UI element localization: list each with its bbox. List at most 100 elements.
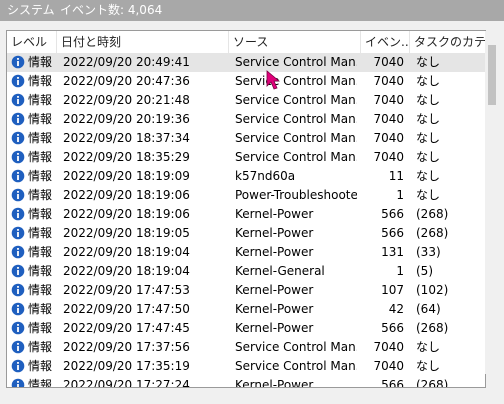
- info-icon: [11, 340, 25, 354]
- task-category-cell: (268): [416, 207, 449, 221]
- vertical-scrollbar[interactable]: [485, 31, 499, 374]
- event-id-cell: 7040: [373, 112, 404, 126]
- source-cell: Kernel-Power: [235, 283, 314, 297]
- task-category-cell: なし: [416, 55, 441, 69]
- event-id-cell: 7040: [373, 93, 404, 107]
- source-cell: Service Control Man...: [235, 74, 357, 88]
- column-header-datetime[interactable]: 日付と時刻: [57, 31, 229, 53]
- task-category-cell: (268): [416, 226, 449, 240]
- info-icon: [11, 112, 25, 126]
- event-id-cell: 566: [381, 321, 404, 335]
- task-category-cell: なし: [416, 112, 441, 126]
- column-header-level[interactable]: レベル: [7, 31, 57, 53]
- source-cell: Service Control Man...: [235, 55, 357, 69]
- table-row[interactable]: 情報 2022/09/20 18:37:34 Service Control Man…: [7, 129, 485, 148]
- datetime-cell: 2022/09/20 18:19:06: [63, 188, 190, 202]
- info-icon: [11, 302, 25, 316]
- column-header-task-category[interactable]: タスクのカテゴリ: [410, 31, 485, 53]
- table-row[interactable]: 情報 2022/09/20 20:47:36 Service Control Man…: [7, 72, 485, 91]
- task-category-cell: なし: [416, 93, 441, 107]
- task-category-cell: (268): [416, 321, 449, 335]
- event-id-cell: 1: [396, 264, 404, 278]
- table-row[interactable]: 情報 2022/09/20 20:19:36 Service Control Man…: [7, 110, 485, 129]
- datetime-cell: 2022/09/20 17:47:50: [63, 302, 190, 316]
- source-cell: Service Control Man...: [235, 340, 357, 354]
- table-row[interactable]: 情報 2022/09/20 18:35:29 Service Control Man…: [7, 148, 485, 167]
- source-cell: Service Control Man...: [235, 359, 357, 373]
- info-icon: [11, 207, 25, 221]
- info-icon: [11, 55, 25, 69]
- level-cell: 情報: [28, 112, 53, 126]
- table-row[interactable]: 情報 2022/09/20 18:19:04 Kernel-Power 131 (33): [7, 243, 485, 262]
- event-count: イベント数: 4,064: [60, 3, 163, 17]
- info-icon: [11, 169, 25, 183]
- datetime-cell: 2022/09/20 17:27:24: [63, 378, 190, 388]
- table-row[interactable]: 情報 2022/09/20 18:19:06 Kernel-Power 566 (268…: [7, 205, 485, 224]
- task-category-cell: なし: [416, 131, 441, 145]
- table-row[interactable]: 情報 2022/09/20 18:19:09 k57nd60a 11 なし: [7, 167, 485, 186]
- source-cell: Kernel-Power: [235, 207, 314, 221]
- task-category-cell: (64): [416, 302, 441, 316]
- source-cell: Kernel-Power: [235, 378, 314, 388]
- level-cell: 情報: [28, 74, 53, 88]
- info-icon: [11, 359, 25, 373]
- level-cell: 情報: [28, 188, 53, 202]
- table-row[interactable]: 情報 2022/09/20 20:49:41 Service Control Man…: [7, 53, 485, 72]
- level-cell: 情報: [28, 321, 53, 335]
- info-icon: [11, 378, 25, 387]
- event-table: レベル 日付と時刻 ソース イベン... タスクのカテゴリ 情報 2022/09/…: [6, 30, 486, 388]
- level-cell: 情報: [28, 131, 53, 145]
- datetime-cell: 2022/09/20 17:47:53: [63, 283, 190, 297]
- level-cell: 情報: [28, 283, 53, 297]
- level-cell: 情報: [28, 169, 53, 183]
- source-cell: Service Control Man...: [235, 112, 357, 126]
- table-row[interactable]: 情報 2022/09/20 17:47:45 Kernel-Power 566 (268…: [7, 319, 485, 338]
- datetime-cell: 2022/09/20 20:47:36: [63, 74, 190, 88]
- table-row[interactable]: 情報 2022/09/20 18:19:05 Kernel-Power 566 (268…: [7, 224, 485, 243]
- table-row[interactable]: 情報 2022/09/20 17:47:50 Kernel-Power 42 (64): [7, 300, 485, 319]
- scrollbar-corner: [486, 392, 504, 404]
- table-row[interactable]: 情報 2022/09/20 17:35:19 Service Control Man…: [7, 357, 485, 376]
- info-icon: [11, 93, 25, 107]
- datetime-cell: 2022/09/20 17:35:19: [63, 359, 190, 373]
- datetime-cell: 2022/09/20 18:37:34: [63, 131, 190, 145]
- event-id-cell: 11: [388, 169, 404, 183]
- task-category-cell: なし: [416, 340, 441, 354]
- info-icon: [11, 283, 25, 297]
- info-icon: [11, 74, 25, 88]
- event-id-cell: 131: [381, 245, 404, 259]
- table-row[interactable]: 情報 2022/09/20 18:19:04 Kernel-General 1 (5): [7, 262, 485, 281]
- task-category-cell: なし: [416, 74, 441, 88]
- level-cell: 情報: [28, 55, 53, 69]
- info-icon: [11, 188, 25, 202]
- level-cell: 情報: [28, 207, 53, 221]
- event-id-cell: 7040: [373, 74, 404, 88]
- datetime-cell: 2022/09/20 20:49:41: [63, 55, 190, 69]
- level-cell: 情報: [28, 226, 53, 240]
- source-cell: Service Control Man...: [235, 150, 357, 164]
- table-row[interactable]: 情報 2022/09/20 17:37:56 Service Control Man…: [7, 338, 485, 357]
- level-cell: 情報: [28, 264, 53, 278]
- level-cell: 情報: [28, 340, 53, 354]
- datetime-cell: 2022/09/20 18:19:04: [63, 264, 190, 278]
- table-row[interactable]: 情報 2022/09/20 17:47:53 Kernel-Power 107 (102…: [7, 281, 485, 300]
- source-cell: Kernel-Power: [235, 226, 314, 240]
- column-header-source[interactable]: ソース: [229, 31, 361, 53]
- source-cell: Kernel-Power: [235, 302, 314, 316]
- datetime-cell: 2022/09/20 17:37:56: [63, 340, 190, 354]
- mouse-pointer-icon: [266, 70, 280, 90]
- scrollbar-thumb[interactable]: [488, 45, 496, 105]
- source-cell: Kernel-Power: [235, 321, 314, 335]
- datetime-cell: 2022/09/20 18:19:09: [63, 169, 190, 183]
- event-id-cell: 7040: [373, 340, 404, 354]
- title-bar: システム イベント数: 4,064: [0, 0, 504, 21]
- source-cell: Service Control Man...: [235, 93, 357, 107]
- column-header-event-id[interactable]: イベン...: [361, 31, 410, 53]
- source-cell: Kernel-General: [235, 264, 325, 278]
- table-row[interactable]: 情報 2022/09/20 18:19:06 Power-Troubleshoote…: [7, 186, 485, 205]
- table-row[interactable]: 情報 2022/09/20 17:27:24 Kernel-Power 566 (268…: [7, 376, 485, 388]
- table-row[interactable]: 情報 2022/09/20 20:21:48 Service Control Man…: [7, 91, 485, 110]
- level-cell: 情報: [28, 302, 53, 316]
- event-id-cell: 7040: [373, 150, 404, 164]
- horizontal-scrollbar[interactable]: [6, 392, 484, 398]
